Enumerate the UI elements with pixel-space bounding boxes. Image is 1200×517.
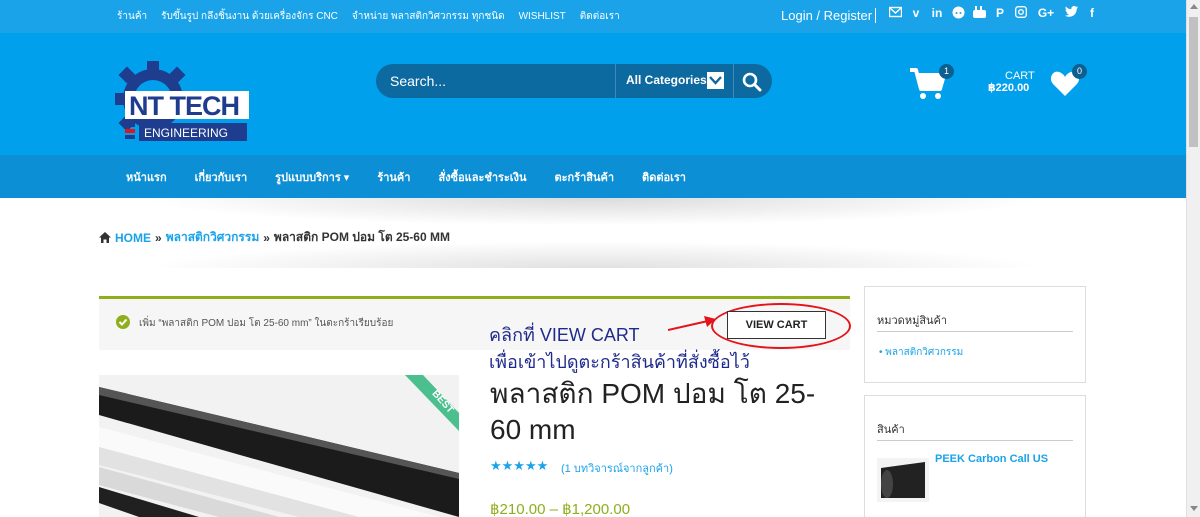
notice-text: เพิ่ม “พลาสติก POM ปอม โต 25-60 mm” ในตะ… [139, 318, 394, 329]
chevron-down-icon [709, 76, 722, 85]
top-links: ร้านค้า รับขึ้นรูป กลึงชิ้นงาน ด้วยเครื่… [117, 0, 620, 33]
product-link[interactable]: PEEK Carbon Call US [935, 453, 1048, 465]
rating-stars: ★★★★★ [490, 458, 549, 473]
nav-item-contact[interactable]: ติดต่อเรา [642, 168, 686, 186]
view-cart-button[interactable]: VIEW CART [727, 311, 826, 339]
breadcrumb-separator: » [155, 230, 162, 245]
top-link-shop[interactable]: ร้านค้า [117, 9, 147, 24]
home-icon [99, 232, 111, 243]
main-nav: หน้าแรก เกี่ยวกับเรา รูปแบบบริการ ▾ ร้าน… [0, 155, 1186, 198]
products-widget: สินค้า PEEK Carbon Call US [864, 395, 1086, 517]
social-icons: v in P G+ f [888, 6, 1098, 20]
breadcrumb: HOME » พลาสติกวิศวกรรม » พลาสติก POM ปอม… [99, 228, 450, 247]
annotation-arrow-icon [668, 316, 716, 331]
category-select[interactable]: All Categories [626, 73, 707, 87]
scroll-up-icon[interactable] [1190, 4, 1198, 9]
google-plus-icon[interactable]: G+ [1036, 6, 1056, 20]
divider [615, 64, 616, 98]
nav-item-shop[interactable]: ร้านค้า [377, 168, 410, 186]
divider [877, 331, 1073, 332]
breadcrumb-current: พลาสติก POM ปอม โต 25-60 MM [273, 230, 450, 244]
widget-title: หมวดหมู่สินค้า [877, 315, 948, 327]
breadcrumb-category[interactable]: พลาสติกวิศวกรรม [166, 228, 260, 247]
annotation-line-1: คลิกที่ VIEW CART [489, 325, 640, 345]
divider [877, 440, 1073, 441]
check-icon [116, 315, 130, 329]
nt-tech-engineering-logo[interactable]: NT TECH ENGINEERING [113, 59, 249, 145]
instagram-icon[interactable] [1015, 6, 1027, 20]
nav-item-cart[interactable]: ตะกร้าสินค้า [554, 168, 614, 186]
product-price: ฿210.00 – ฿1,200.00 [490, 501, 631, 517]
wishlist-count-badge: 0 [1072, 64, 1087, 79]
top-link-plastics[interactable]: จำหน่าย พลาสติกวิศวกรรม ทุกชนิด [352, 9, 505, 24]
mail-icon[interactable] [888, 6, 903, 20]
nav-item-about[interactable]: เกี่ยวกับเรา [195, 168, 248, 186]
logo-subtext: ENGINEERING [144, 126, 228, 140]
divider [875, 8, 876, 23]
product-thumbnail[interactable] [877, 458, 929, 502]
search-input[interactable] [390, 64, 610, 98]
search-icon[interactable] [742, 72, 762, 92]
site-header: NT TECH ENGINEERING All Categories 1 CAR… [0, 33, 1186, 155]
logo-text: NT TECH [129, 91, 239, 121]
annotation-line-2: เพื่อเข้าไปดูตะกร้าสินค้าที่สั่งซื้อไว้ [489, 352, 750, 372]
reviews-link[interactable]: (1 บทวิจารณ์จากลูกค้า) [561, 459, 673, 477]
top-link-contact[interactable]: ติดต่อเรา [580, 9, 620, 24]
breadcrumb-home[interactable]: HOME [115, 231, 151, 245]
nav-item-order-payment[interactable]: สั่งซื้อและชำระเงิน [438, 168, 526, 186]
breadcrumb-separator: » [263, 230, 270, 245]
best-badge: BEST [405, 375, 459, 431]
youtube-icon[interactable] [973, 6, 986, 20]
widget-title: สินค้า [877, 424, 905, 436]
divider [733, 64, 734, 98]
page-scrollbar[interactable] [1186, 0, 1200, 517]
top-bar: ร้านค้า รับขึ้นรูป กลึงชิ้นงาน ด้วยเครื่… [0, 0, 1186, 33]
reddit-icon[interactable] [952, 6, 965, 20]
category-dropdown[interactable] [707, 72, 724, 89]
cart-count-badge: 1 [939, 64, 954, 79]
facebook-icon[interactable]: f [1086, 6, 1098, 20]
nav-item-home[interactable]: หน้าแรก [126, 168, 167, 186]
scroll-down-icon[interactable] [1190, 506, 1198, 511]
twitter-icon[interactable] [1065, 6, 1078, 20]
scrollbar-thumb[interactable] [1189, 17, 1198, 147]
pinterest-icon[interactable]: P [994, 6, 1006, 20]
product-title: พลาสติก POM ปอม โต 25-60 mm [490, 378, 816, 445]
login-register-link[interactable]: Login / Register [781, 8, 872, 23]
top-link-cnc[interactable]: รับขึ้นรูป กลึงชิ้นงาน ด้วยเครื่องจักร C… [161, 9, 338, 24]
search-bar: All Categories [376, 64, 772, 98]
top-link-wishlist[interactable]: WISHLIST [519, 11, 566, 22]
vimeo-icon[interactable]: v [910, 6, 922, 20]
product-categories-widget: หมวดหมู่สินค้า • พลาสติกวิศวกรรม [864, 286, 1086, 383]
nav-item-services[interactable]: รูปแบบบริการ ▾ [275, 168, 349, 186]
cart-total[interactable]: ฿220.00 [988, 81, 1029, 94]
linkedin-icon[interactable]: in [931, 6, 943, 20]
category-link[interactable]: • พลาสติกวิศวกรรม [879, 345, 963, 360]
